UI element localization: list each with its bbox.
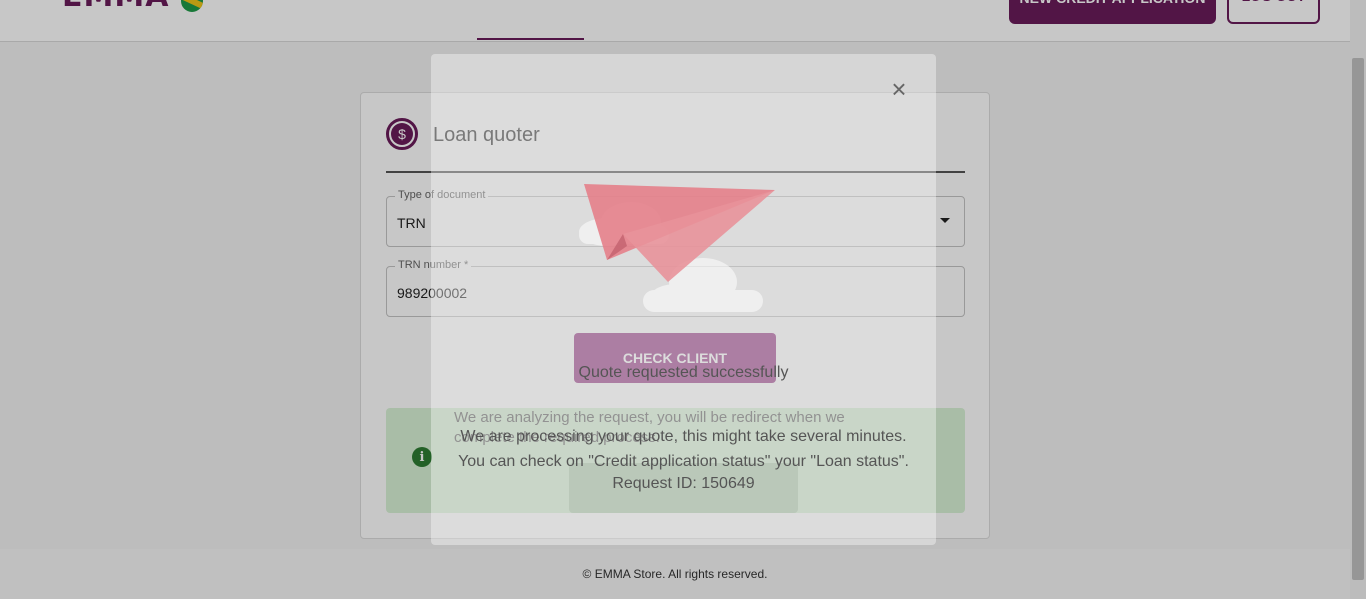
quote-success-modal: × Quote requested successfully We are pr… (431, 54, 936, 545)
request-id-text: Request ID: 150649 (612, 475, 755, 492)
modal-backdrop[interactable]: × Quote requested successfully We are pr… (0, 0, 1366, 599)
modal-title: Quote requested successfully (578, 364, 789, 381)
modal-message: We are processing your quote, this might… (458, 428, 909, 470)
close-icon[interactable]: × (888, 76, 910, 102)
paper-plane-icon (579, 184, 775, 312)
